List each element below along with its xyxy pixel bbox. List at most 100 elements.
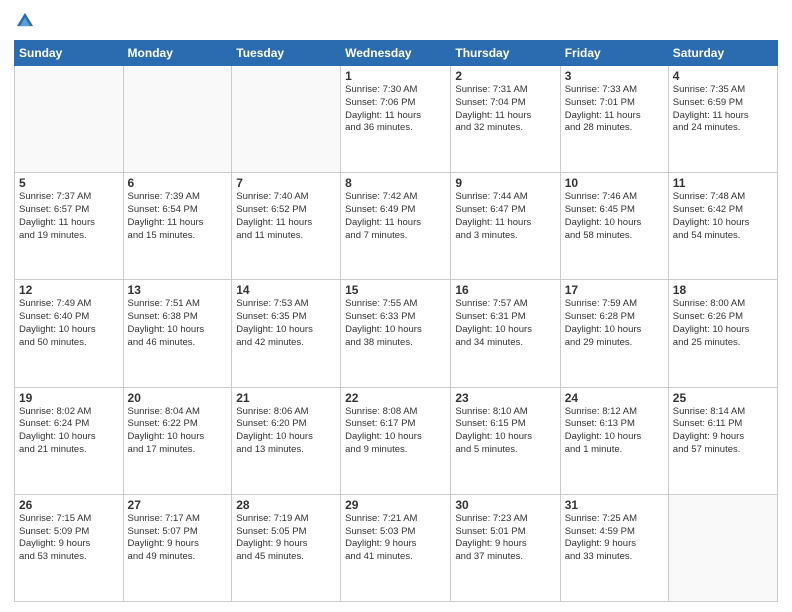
logo-icon (14, 10, 36, 32)
calendar-cell: 8Sunrise: 7:42 AMSunset: 6:49 PMDaylight… (341, 173, 451, 280)
cell-text: Sunset: 7:04 PM (455, 97, 555, 110)
cell-text: Daylight: 9 hours (673, 431, 773, 444)
column-header-saturday: Saturday (668, 41, 777, 66)
day-number: 10 (565, 176, 664, 190)
cell-text: Sunrise: 7:53 AM (236, 298, 336, 311)
cell-text: Sunset: 6:38 PM (128, 311, 228, 324)
cell-text: Daylight: 11 hours (455, 217, 555, 230)
cell-text: Sunset: 4:59 PM (565, 526, 664, 539)
cell-text: Daylight: 9 hours (455, 538, 555, 551)
cell-text: and 49 minutes. (128, 551, 228, 564)
cell-text: Sunset: 5:01 PM (455, 526, 555, 539)
cell-text: and 32 minutes. (455, 122, 555, 135)
cell-text: Sunrise: 7:42 AM (345, 191, 446, 204)
day-number: 3 (565, 69, 664, 83)
day-number: 14 (236, 283, 336, 297)
cell-text: Daylight: 11 hours (19, 217, 119, 230)
cell-text: and 53 minutes. (19, 551, 119, 564)
week-row-1: 1Sunrise: 7:30 AMSunset: 7:06 PMDaylight… (15, 66, 778, 173)
cell-text: Sunset: 6:13 PM (565, 418, 664, 431)
logo (14, 10, 38, 32)
day-number: 15 (345, 283, 446, 297)
cell-text: Sunset: 6:17 PM (345, 418, 446, 431)
cell-text: Daylight: 10 hours (128, 324, 228, 337)
cell-text: Sunrise: 7:44 AM (455, 191, 555, 204)
calendar-cell: 9Sunrise: 7:44 AMSunset: 6:47 PMDaylight… (451, 173, 560, 280)
calendar-cell: 24Sunrise: 8:12 AMSunset: 6:13 PMDayligh… (560, 387, 668, 494)
cell-text: Daylight: 10 hours (19, 431, 119, 444)
cell-text: Sunset: 6:35 PM (236, 311, 336, 324)
cell-text: Sunset: 6:54 PM (128, 204, 228, 217)
calendar-cell: 30Sunrise: 7:23 AMSunset: 5:01 PMDayligh… (451, 494, 560, 601)
day-number: 5 (19, 176, 119, 190)
cell-text: Daylight: 10 hours (565, 217, 664, 230)
column-header-monday: Monday (123, 41, 232, 66)
calendar-cell: 11Sunrise: 7:48 AMSunset: 6:42 PMDayligh… (668, 173, 777, 280)
calendar-cell: 2Sunrise: 7:31 AMSunset: 7:04 PMDaylight… (451, 66, 560, 173)
cell-text: Sunrise: 7:17 AM (128, 513, 228, 526)
cell-text: Sunset: 6:57 PM (19, 204, 119, 217)
calendar-cell: 15Sunrise: 7:55 AMSunset: 6:33 PMDayligh… (341, 280, 451, 387)
cell-text: Sunrise: 8:02 AM (19, 406, 119, 419)
cell-text: and 36 minutes. (345, 122, 446, 135)
day-number: 12 (19, 283, 119, 297)
cell-text: Sunrise: 7:25 AM (565, 513, 664, 526)
cell-text: Daylight: 11 hours (345, 217, 446, 230)
cell-text: Sunrise: 7:48 AM (673, 191, 773, 204)
header (14, 10, 778, 32)
day-number: 6 (128, 176, 228, 190)
day-number: 29 (345, 498, 446, 512)
calendar-cell: 29Sunrise: 7:21 AMSunset: 5:03 PMDayligh… (341, 494, 451, 601)
cell-text: and 21 minutes. (19, 444, 119, 457)
cell-text: and 7 minutes. (345, 230, 446, 243)
column-header-sunday: Sunday (15, 41, 124, 66)
day-number: 11 (673, 176, 773, 190)
cell-text: Sunset: 6:45 PM (565, 204, 664, 217)
cell-text: Daylight: 11 hours (236, 217, 336, 230)
cell-text: Sunset: 6:31 PM (455, 311, 555, 324)
calendar-cell: 20Sunrise: 8:04 AMSunset: 6:22 PMDayligh… (123, 387, 232, 494)
calendar-cell: 21Sunrise: 8:06 AMSunset: 6:20 PMDayligh… (232, 387, 341, 494)
cell-text: and 38 minutes. (345, 337, 446, 350)
cell-text: Sunset: 5:05 PM (236, 526, 336, 539)
cell-text: Sunset: 6:24 PM (19, 418, 119, 431)
day-number: 24 (565, 391, 664, 405)
cell-text: Sunrise: 7:59 AM (565, 298, 664, 311)
day-number: 30 (455, 498, 555, 512)
cell-text: Daylight: 10 hours (128, 431, 228, 444)
cell-text: Sunset: 6:22 PM (128, 418, 228, 431)
week-row-3: 12Sunrise: 7:49 AMSunset: 6:40 PMDayligh… (15, 280, 778, 387)
cell-text: Daylight: 11 hours (673, 110, 773, 123)
cell-text: Sunset: 6:49 PM (345, 204, 446, 217)
calendar-cell: 6Sunrise: 7:39 AMSunset: 6:54 PMDaylight… (123, 173, 232, 280)
calendar-cell: 22Sunrise: 8:08 AMSunset: 6:17 PMDayligh… (341, 387, 451, 494)
calendar-header-row: SundayMondayTuesdayWednesdayThursdayFrid… (15, 41, 778, 66)
calendar-cell: 18Sunrise: 8:00 AMSunset: 6:26 PMDayligh… (668, 280, 777, 387)
cell-text: Sunrise: 8:00 AM (673, 298, 773, 311)
day-number: 19 (19, 391, 119, 405)
day-number: 26 (19, 498, 119, 512)
cell-text: Sunset: 5:07 PM (128, 526, 228, 539)
cell-text: Sunrise: 7:15 AM (19, 513, 119, 526)
calendar-cell: 4Sunrise: 7:35 AMSunset: 6:59 PMDaylight… (668, 66, 777, 173)
cell-text: Sunset: 6:28 PM (565, 311, 664, 324)
day-number: 23 (455, 391, 555, 405)
cell-text: and 46 minutes. (128, 337, 228, 350)
calendar-cell: 12Sunrise: 7:49 AMSunset: 6:40 PMDayligh… (15, 280, 124, 387)
cell-text: Sunrise: 8:08 AM (345, 406, 446, 419)
column-header-tuesday: Tuesday (232, 41, 341, 66)
week-row-2: 5Sunrise: 7:37 AMSunset: 6:57 PMDaylight… (15, 173, 778, 280)
cell-text: Daylight: 10 hours (673, 217, 773, 230)
cell-text: Daylight: 11 hours (345, 110, 446, 123)
day-number: 31 (565, 498, 664, 512)
cell-text: Sunset: 5:09 PM (19, 526, 119, 539)
calendar-cell: 16Sunrise: 7:57 AMSunset: 6:31 PMDayligh… (451, 280, 560, 387)
column-header-wednesday: Wednesday (341, 41, 451, 66)
cell-text: Daylight: 9 hours (128, 538, 228, 551)
day-number: 17 (565, 283, 664, 297)
calendar-cell: 17Sunrise: 7:59 AMSunset: 6:28 PMDayligh… (560, 280, 668, 387)
cell-text: Sunset: 6:15 PM (455, 418, 555, 431)
calendar-cell (232, 66, 341, 173)
cell-text: Sunrise: 7:21 AM (345, 513, 446, 526)
day-number: 20 (128, 391, 228, 405)
